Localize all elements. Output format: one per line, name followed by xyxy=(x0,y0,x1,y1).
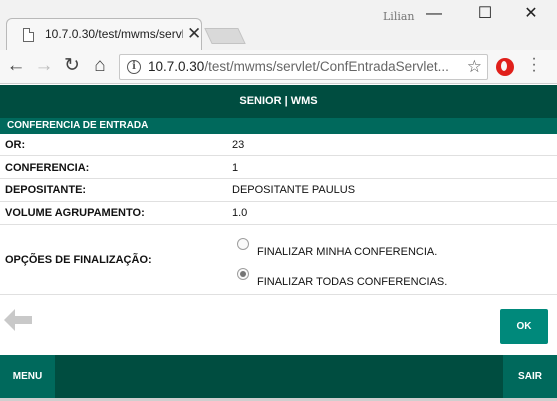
title-bar: 10.7.0.30/test/mwms/servlet/ConfEntradaS… xyxy=(0,0,557,50)
opera-extension-icon[interactable] xyxy=(496,58,514,76)
new-tab-button[interactable] xyxy=(204,28,246,44)
radio-label: FINALIZAR TODAS CONFERENCIAS. xyxy=(257,276,448,288)
browser-toolbar: ← → ↻ ⌂ i 10.7.0.30/test/mwms/servlet/Co… xyxy=(0,50,557,84)
back-arrow-icon[interactable] xyxy=(2,307,34,333)
footer-bar: MENU SAIR xyxy=(0,355,557,398)
back-icon[interactable]: ← xyxy=(5,55,27,77)
browser-window: 10.7.0.30/test/mwms/servlet/ConfEntradaS… xyxy=(0,0,557,401)
app-header: SENIOR | WMS xyxy=(0,85,557,118)
field-row-depositante: DEPOSITANTE: DEPOSITANTE PAULUS xyxy=(0,179,557,202)
field-value: 1.0 xyxy=(232,207,248,219)
ok-button[interactable]: OK xyxy=(500,309,548,344)
exit-button[interactable]: SAIR xyxy=(503,355,557,398)
close-icon[interactable]: ✕ xyxy=(516,4,546,24)
field-value: 23 xyxy=(232,139,245,151)
menu-button[interactable]: MENU xyxy=(0,355,55,398)
field-value: DEPOSITANTE PAULUS xyxy=(232,184,356,196)
address-bar[interactable]: i 10.7.0.30/test/mwms/servlet/ConfEntrad… xyxy=(119,54,488,80)
maximize-icon[interactable]: ☐ xyxy=(470,4,500,24)
field-label: CONFERENCIA: xyxy=(5,162,90,174)
radio-button[interactable] xyxy=(237,238,249,250)
info-icon[interactable]: i xyxy=(127,60,141,74)
browser-menu-icon[interactable]: · · · xyxy=(526,51,542,79)
minimize-icon[interactable]: — xyxy=(419,4,449,24)
home-icon[interactable]: ⌂ xyxy=(89,55,111,77)
field-row-or: OR: 23 xyxy=(0,134,557,156)
page-content: SENIOR | WMS CONFERENCIA DE ENTRADA OR: … xyxy=(0,85,557,401)
field-label: VOLUME AGRUPAMENTO: xyxy=(5,207,145,219)
radio-label: FINALIZAR MINHA CONFERENCIA. xyxy=(257,246,438,258)
close-tab-icon[interactable]: ✕ xyxy=(187,24,201,44)
finalization-label: OPÇÕES DE FINALIZAÇÃO: xyxy=(5,254,152,266)
field-row-volume: VOLUME AGRUPAMENTO: 1.0 xyxy=(0,202,557,225)
browser-tab[interactable]: 10.7.0.30/test/mwms/servlet/ConfEntradaS… xyxy=(6,18,202,50)
url-text[interactable]: 10.7.0.30/test/mwms/servlet/ConfEntradaS… xyxy=(148,59,458,74)
finalization-row: OPÇÕES DE FINALIZAÇÃO: FINALIZAR MINHA C… xyxy=(0,225,557,295)
profile-name[interactable]: Lilian xyxy=(383,10,415,23)
page-icon xyxy=(23,28,34,42)
field-value: 1 xyxy=(232,162,239,174)
url-host: 10.7.0.30 xyxy=(148,59,205,74)
field-label: OR: xyxy=(5,139,26,151)
bookmark-star-icon[interactable]: ☆ xyxy=(467,57,482,77)
forward-icon: → xyxy=(34,55,54,76)
url-path: /test/mwms/servlet/ConfEntradaServlet... xyxy=(204,59,449,74)
field-row-conferencia: CONFERENCIA: 1 xyxy=(0,156,557,179)
section-title: CONFERENCIA DE ENTRADA xyxy=(0,118,557,134)
field-label: DEPOSITANTE: xyxy=(5,184,87,196)
reload-icon[interactable]: ↻ xyxy=(61,55,83,77)
tab-title: 10.7.0.30/test/mwms/servlet/ConfEntradaS… xyxy=(45,27,183,41)
radio-button[interactable] xyxy=(237,268,249,280)
